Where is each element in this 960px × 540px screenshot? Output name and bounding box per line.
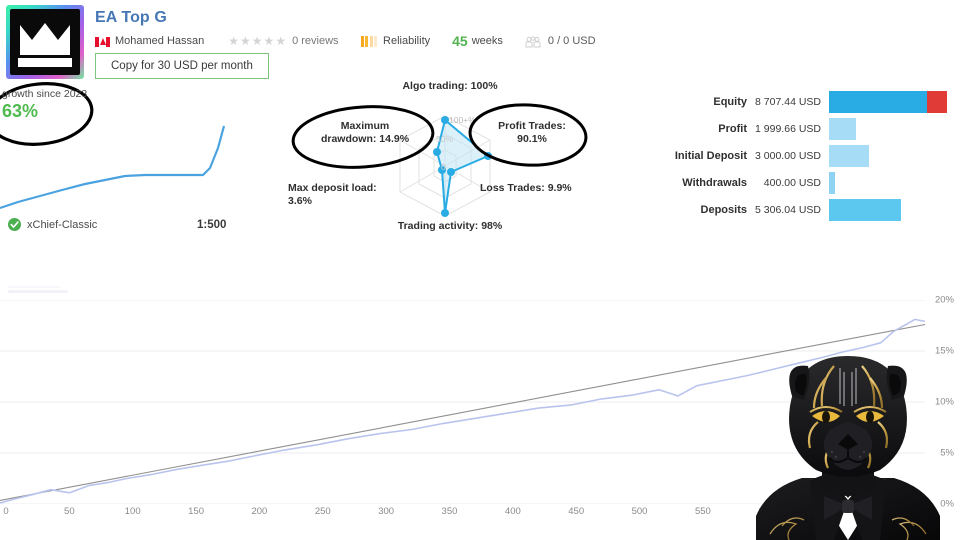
y-axis-tick: 20% xyxy=(934,294,954,306)
stat-value: 5 306.04 USD xyxy=(755,203,821,216)
table-row: Withdrawals 400.00 USD xyxy=(665,169,955,196)
x-axis-tick: 350 xyxy=(441,506,458,517)
stat-label: Equity xyxy=(713,95,747,108)
logo-inner xyxy=(10,9,80,75)
radar-label-profit-trades: Profit Trades: 90.1% xyxy=(482,120,582,146)
x-axis-tick: 500 xyxy=(631,506,648,517)
tab-underline-active xyxy=(8,290,68,293)
stat-bar-container xyxy=(829,117,955,140)
crown-base-bar xyxy=(18,58,72,68)
x-axis-tick: 300 xyxy=(378,506,395,517)
x-axis-tick: 450 xyxy=(568,506,585,517)
account-stats-table: Equity 8 707.44 USD Profit 1 999.66 USD … xyxy=(665,88,955,223)
reliability-icon xyxy=(360,35,378,47)
x-axis-tick: 400 xyxy=(504,506,521,517)
stat-bar-initial-deposit xyxy=(829,144,869,167)
subscribers-icon xyxy=(525,35,541,51)
stat-bar-container xyxy=(829,144,955,167)
canada-flag-icon xyxy=(95,37,110,47)
stat-label: Profit xyxy=(718,122,747,135)
stat-value: 8 707.44 USD xyxy=(755,95,821,108)
stat-bar-deposits xyxy=(829,198,901,221)
radar-chart: 100+% 50% 0 Algo trading: 100% Profit Tr… xyxy=(288,80,600,245)
stat-value: 400.00 USD xyxy=(763,176,821,189)
radar-scale-100: 100+% xyxy=(449,115,476,125)
profile-header-section: EA Top G Mohamed Hassan ★★★★★ 0 reviews … xyxy=(0,0,960,280)
profit-trades-line1: Profit Trades: xyxy=(498,120,566,132)
verified-check-icon xyxy=(8,218,21,231)
stat-label: Initial Deposit xyxy=(674,149,747,162)
max-deposit-line1: Max deposit load: xyxy=(288,182,377,194)
stat-bar-withdrawals xyxy=(829,171,835,194)
weeks-label: weeks xyxy=(471,35,503,47)
equity-bar-red xyxy=(926,90,947,113)
stat-bar-container xyxy=(829,90,955,113)
growth-sparkline xyxy=(0,125,226,210)
table-row: Initial Deposit 3 000.00 USD xyxy=(665,142,955,169)
stat-value: 3 000.00 USD xyxy=(755,149,821,162)
growth-badge: growth since 2023 63% xyxy=(2,88,112,122)
x-axis-tick: 100 xyxy=(124,506,141,517)
subscribers-value: 0 / 0 USD xyxy=(547,35,596,47)
radar-scale-0: 0 xyxy=(441,162,446,172)
account-logo[interactable] xyxy=(6,5,84,79)
panther-mascot-image xyxy=(756,356,940,540)
stat-bar-container xyxy=(829,171,955,194)
x-axis-tick: 250 xyxy=(314,506,331,517)
weeks-value: 45 xyxy=(452,33,468,49)
x-axis-tick: 50 xyxy=(64,506,75,517)
x-axis-tick: 200 xyxy=(251,506,268,517)
radar-label-algo-trading: Algo trading: 100% xyxy=(402,80,498,92)
radar-label-max-deposit-load: Max deposit load: 3.6% xyxy=(288,182,418,208)
stat-bar-profit xyxy=(829,117,856,140)
growth-label: growth since 2023 xyxy=(2,88,88,100)
x-axis-tick: 150 xyxy=(188,506,204,517)
meta-row: Mohamed Hassan ★★★★★ 0 reviews Reliabili… xyxy=(95,33,596,49)
table-row: Profit 1 999.66 USD xyxy=(665,115,955,142)
x-axis-tick: 550 xyxy=(694,506,711,517)
author-name[interactable]: Mohamed Hassan xyxy=(115,35,204,47)
stat-label: Withdrawals xyxy=(682,176,747,189)
stat-bar-container xyxy=(829,198,955,221)
equity-bar-blue xyxy=(829,90,927,113)
chart-tab-strip[interactable] xyxy=(8,286,68,297)
leverage-value: 1:500 xyxy=(197,219,227,231)
copy-subscribe-button[interactable]: Copy for 30 USD per month xyxy=(95,53,269,79)
tab-underline-top xyxy=(8,286,60,288)
drawdown-line2: drawdown: 14.9% xyxy=(320,133,410,146)
radar-label-loss-trades: Loss Trades: 9.9% xyxy=(480,182,572,194)
reliability-label: Reliability xyxy=(383,35,431,47)
drawdown-line1: Maximum xyxy=(340,120,390,132)
profit-trades-line2: 90.1% xyxy=(517,133,547,146)
radar-label-maximum-drawdown: Maximum drawdown: 14.9% xyxy=(310,120,420,146)
max-deposit-line2: 3.6% xyxy=(288,195,312,208)
x-axis-tick: 0 xyxy=(3,506,9,517)
radar-label-trading-activity: Trading activity: 98% xyxy=(397,220,503,232)
table-row: Deposits 5 306.04 USD xyxy=(665,196,955,223)
stat-label: Deposits xyxy=(700,203,747,216)
radar-scale-50: 50% xyxy=(436,134,453,144)
table-row: Equity 8 707.44 USD xyxy=(665,88,955,115)
crown-icon xyxy=(20,23,70,56)
page-title: EA Top G xyxy=(95,9,167,26)
broker-name[interactable]: xChief-Classic xyxy=(27,219,97,231)
reviews-count[interactable]: 0 reviews xyxy=(292,35,338,47)
stat-value: 1 999.66 USD xyxy=(755,122,821,135)
rating-stars: ★★★★★ xyxy=(228,34,288,48)
stat-bar-equity xyxy=(829,90,947,113)
growth-value: 63% xyxy=(2,101,39,121)
